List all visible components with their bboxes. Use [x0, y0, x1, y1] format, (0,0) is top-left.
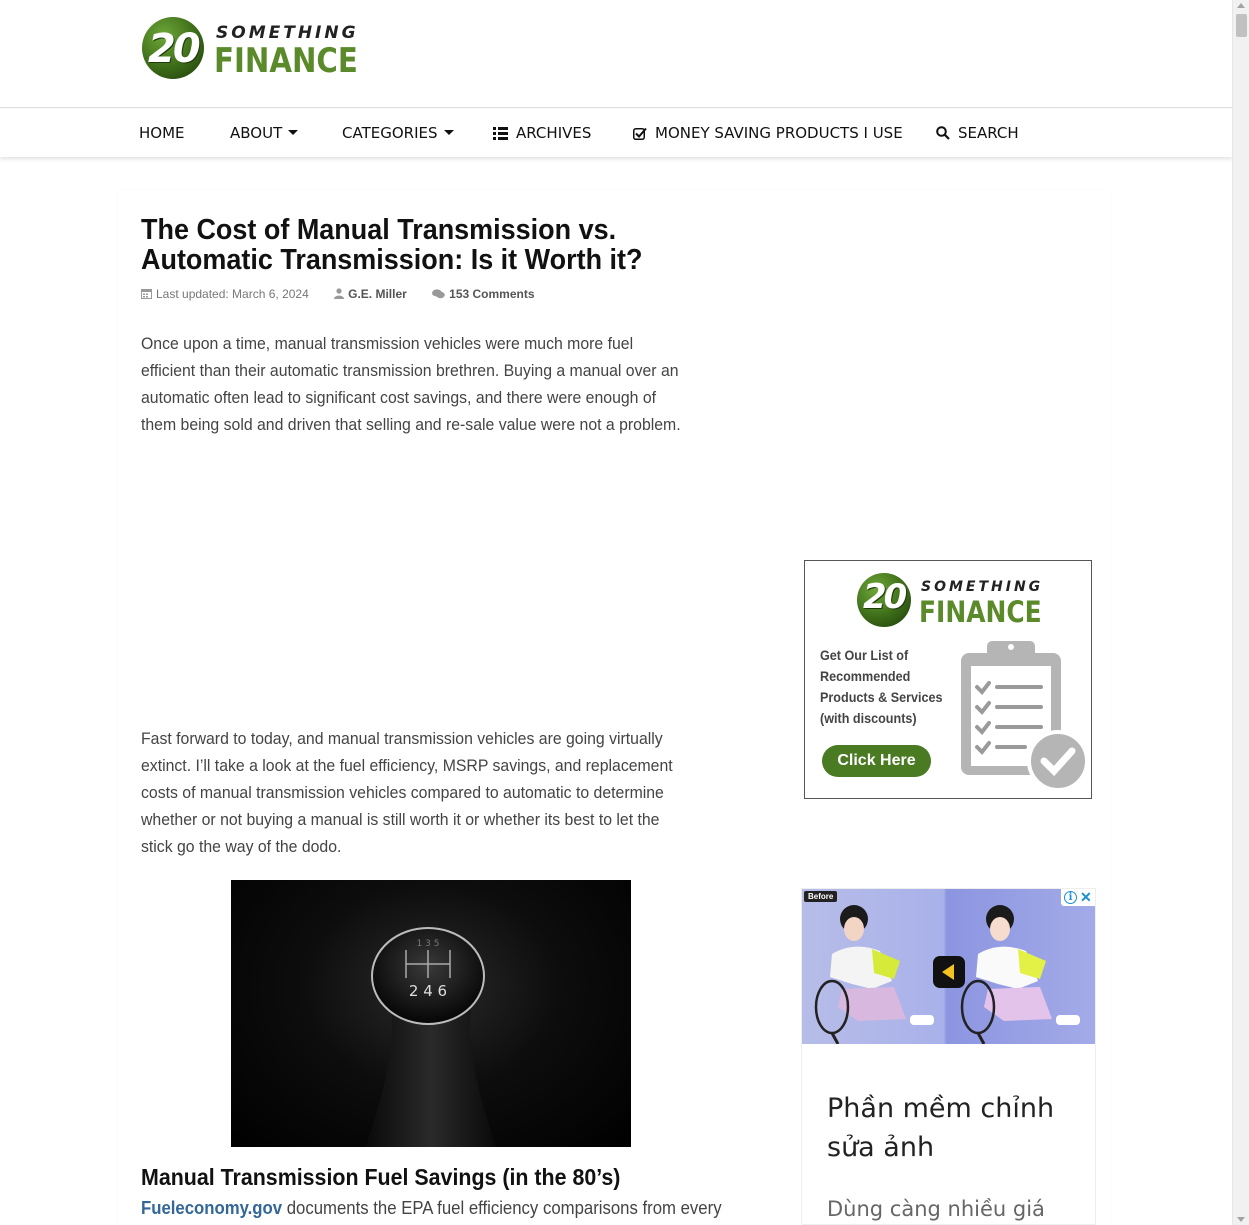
site-header: 20 SOMETHING FINANCE [0, 0, 1232, 108]
click-here-button[interactable]: Click Here [822, 745, 931, 777]
nav-home-label: HOME [139, 124, 185, 142]
article-author[interactable]: G.E. Miller [348, 287, 407, 301]
list-icon [493, 111, 508, 159]
article-comments-link[interactable]: 153 Comments [449, 287, 534, 301]
gear-shifter-image: 1 3 5 2 4 6 [231, 880, 631, 1147]
site-logo[interactable]: 20 SOMETHING FINANCE [142, 17, 358, 81]
logo-number: 20 [148, 26, 201, 72]
nav-archives[interactable]: ARCHIVES [493, 109, 591, 157]
nav-categories-label: CATEGORIES [342, 124, 438, 142]
nav-about[interactable]: ABOUT [230, 109, 299, 157]
advertisement[interactable]: Before i ✕ Phần mềm chỉnh sửa ảnh Dùng c… [801, 888, 1096, 1225]
clipboard-checklist-icon [955, 639, 1089, 795]
play-icon[interactable] [933, 956, 965, 988]
logo-wordmark: FINANCE [214, 41, 358, 81]
article-updated-date: Last updated: March 6, 2024 [156, 287, 309, 301]
section-heading: Manual Transmission Fuel Savings (in the… [141, 1164, 621, 1190]
recommended-products-banner[interactable]: 20 SOMETHING FINANCE Get Our List of Rec… [804, 560, 1092, 799]
svg-text:1 3 5: 1 3 5 [417, 939, 440, 949]
ad-title[interactable]: Phần mềm chỉnh sửa ảnh [827, 1089, 1087, 1167]
logo-tagline: SOMETHING [216, 23, 359, 43]
nav-archives-label: ARCHIVES [516, 124, 592, 142]
caret-down-icon [443, 130, 454, 135]
nav-products[interactable]: MONEY SAVING PRODUCTS I USE [633, 109, 903, 157]
scrollbar-thumb[interactable] [1236, 14, 1247, 37]
caret-down-icon [288, 130, 299, 135]
close-icon[interactable]: ✕ [1080, 889, 1092, 906]
user-icon [334, 288, 345, 302]
scroll-up-arrow-icon[interactable] [1237, 3, 1245, 8]
article-title: The Cost of Manual Transmission vs. Auto… [141, 214, 643, 276]
page-scrollbar[interactable] [1232, 0, 1249, 1225]
promo-logo-number: 20 [863, 577, 907, 617]
info-icon[interactable]: i [1064, 891, 1077, 904]
nav-home[interactable]: HOME [139, 109, 185, 157]
article-paragraph: Once upon a time, manual transmission ve… [141, 334, 681, 434]
promo-text: Get Our List of Recommended Products & S… [820, 647, 943, 726]
nav-search-label: SEARCH [958, 124, 1019, 142]
nav-search[interactable]: SEARCH [936, 109, 1019, 157]
article-paragraph: Fueleconomy.gov documents the EPA fuel e… [141, 1198, 722, 1219]
ad-before-after-image[interactable]: Before [802, 889, 1095, 1044]
promo-logo-wordmark: FINANCE [919, 595, 1042, 629]
ad-choices[interactable]: i ✕ [1061, 889, 1095, 906]
calendar-icon [141, 288, 152, 302]
comments-icon [432, 288, 445, 302]
nav-products-label: MONEY SAVING PRODUCTS I USE [655, 124, 903, 142]
search-icon [936, 111, 950, 159]
nav-categories[interactable]: CATEGORIES [342, 109, 454, 157]
scroll-down-arrow-icon[interactable] [1237, 1217, 1245, 1222]
nav-about-label: ABOUT [230, 124, 283, 142]
article-meta: Last updated: March 6, 2024 G.E. Miller … [141, 287, 557, 302]
promo-logo-tagline: SOMETHING [921, 579, 1044, 595]
checkbox-icon [633, 111, 647, 159]
fueleconomy-link[interactable]: Fueleconomy.gov [141, 1198, 282, 1218]
main-nav: HOME ABOUT CATEGORIES ARCHIVES MONEY SAV… [0, 109, 1232, 157]
knob-label: 2 4 6 [409, 982, 447, 1000]
article-paragraph: Fast forward to today, and manual transm… [141, 729, 673, 856]
ad-subtitle: Dùng càng nhiều giá [827, 1197, 1045, 1221]
ad-before-badge: Before [804, 891, 838, 902]
article-paragraph-text: documents the EPA fuel efficiency compar… [282, 1198, 722, 1218]
